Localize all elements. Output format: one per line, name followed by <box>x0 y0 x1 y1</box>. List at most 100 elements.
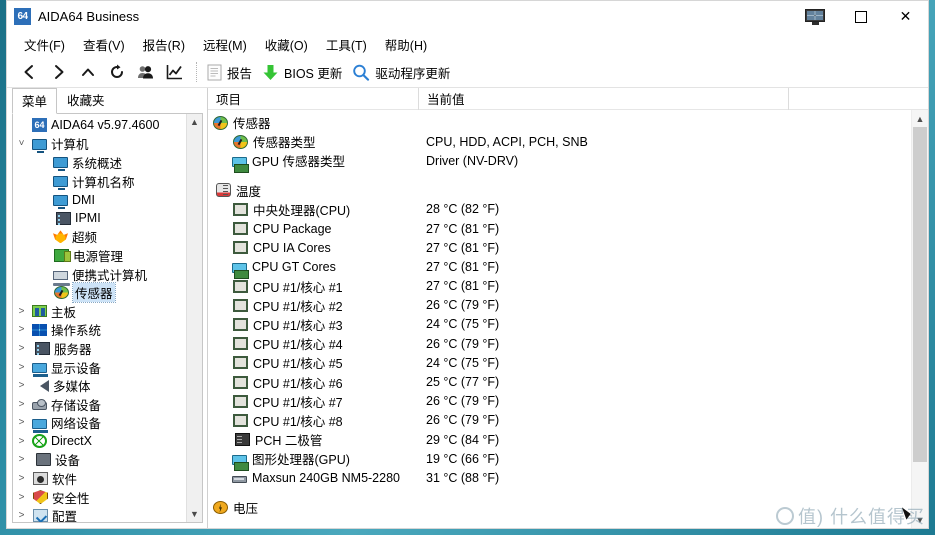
row-value: 26 °C (79 °F) <box>426 336 500 351</box>
tree-toggle-icon[interactable]: ˃ <box>15 473 28 484</box>
row-value: 26 °C (79 °F) <box>426 413 500 428</box>
menu-view[interactable]: 查看(V) <box>74 32 134 57</box>
sidebar-item-7[interactable]: 便携式计算机 <box>15 265 186 286</box>
up-button[interactable] <box>73 59 102 85</box>
driver-update-button[interactable]: 驱动程序更新 <box>349 59 457 85</box>
sidebar-item-1[interactable]: 系统概述 <box>15 153 186 172</box>
menu-report[interactable]: 报告(R) <box>134 32 194 57</box>
table-row[interactable]: CPU #1/核心 #8 26 °C (79 °F) <box>208 411 911 430</box>
tree-toggle-icon[interactable]: ˃ <box>15 454 28 465</box>
table-row[interactable]: CPU #1/核心 #4 26 °C (79 °F) <box>208 334 911 353</box>
tree-toggle-icon[interactable]: ˃ <box>15 510 28 521</box>
maximize-button[interactable] <box>838 1 883 32</box>
sidebar-item-16[interactable]: ˃ DirectX <box>15 432 186 451</box>
table-row[interactable]: CPU IA Cores 27 °C (81 °F) <box>208 238 911 257</box>
sidebar-item-9[interactable]: ˃ 主板 <box>15 302 186 321</box>
table-row[interactable]: CPU Package 27 °C (81 °F) <box>208 219 911 238</box>
menu-favorites[interactable]: 收藏(O) <box>256 32 317 57</box>
chip-icon <box>233 222 248 236</box>
sidebar-item-label: DirectX <box>51 434 92 449</box>
content-scrollbar[interactable]: ▲ ▼ <box>911 110 928 528</box>
section-header[interactable]: 电压 <box>208 498 911 517</box>
sidebar-item-8[interactable]: 传感器 <box>15 282 186 304</box>
sidebar-scroll-down-icon[interactable]: ▼ <box>190 506 199 522</box>
tree-toggle-icon[interactable]: ˃ <box>15 417 28 428</box>
restore-window-button[interactable] <box>793 1 838 32</box>
sidebar-item-3[interactable]: DMI <box>15 190 186 209</box>
tree-toggle-icon[interactable]: ˃ <box>15 343 28 354</box>
bios-update-button[interactable]: BIOS 更新 <box>259 59 349 85</box>
table-row[interactable]: 中央处理器(CPU) 28 °C (82 °F) <box>208 200 911 219</box>
table-row[interactable]: PCH 二极管 29 °C (84 °F) <box>208 430 911 449</box>
power-icon <box>54 248 71 262</box>
menu-help[interactable]: 帮助(H) <box>376 32 436 57</box>
forward-button[interactable] <box>44 59 73 85</box>
sidebar-scrollbar[interactable]: ▲ ▼ <box>186 114 202 522</box>
scroll-up-icon[interactable]: ▲ <box>912 110 929 127</box>
column-header-blank[interactable] <box>788 87 928 110</box>
tree-toggle-icon[interactable]: ˃ <box>15 380 28 391</box>
sensor-icon <box>213 115 228 130</box>
sidebar-item-17[interactable]: ˃ 设备 <box>15 451 186 470</box>
sidebar-item-2[interactable]: 计算机名称 <box>15 172 186 191</box>
report-button[interactable]: 报告 <box>204 59 259 85</box>
sidebar-item-6[interactable]: 电源管理 <box>15 246 186 265</box>
table-row[interactable]: GPU 传感器类型 Driver (NV-DRV) <box>208 151 911 173</box>
sidebar-item-12[interactable]: ˃ 显示设备 <box>15 358 186 378</box>
sidebar-item-4[interactable]: IPMI <box>15 209 186 228</box>
row-label: CPU #1/核心 #2 <box>253 299 343 314</box>
sidebar-item-19[interactable]: ˃ 安全性 <box>15 488 186 507</box>
table-row[interactable]: CPU GT Cores 27 °C (81 °F) <box>208 257 911 279</box>
users-button[interactable] <box>131 59 160 85</box>
menu-file[interactable]: 文件(F) <box>15 32 74 57</box>
menu-tools[interactable]: 工具(T) <box>317 32 376 57</box>
scrollbar-track[interactable] <box>912 127 928 511</box>
section-header[interactable]: 传感器 <box>208 113 911 132</box>
sidebar-item-14[interactable]: ˃ 存储设备 <box>15 395 186 414</box>
column-header-value[interactable]: 当前值 <box>418 87 788 110</box>
tree-toggle-icon[interactable]: ˅ <box>15 138 28 149</box>
sidebar-item-10[interactable]: ˃ 操作系统 <box>15 321 186 340</box>
refresh-button[interactable] <box>102 59 131 85</box>
scrollbar-thumb[interactable] <box>913 127 927 462</box>
tree-root[interactable]: 64 AIDA64 v5.97.4600 <box>15 116 186 135</box>
section-header[interactable]: 温度 <box>208 181 911 200</box>
close-button[interactable]: ✕ <box>883 1 928 32</box>
chart-button[interactable] <box>160 59 189 85</box>
monitor-icon <box>53 176 68 191</box>
sidebar-item-13[interactable]: ˃ 多媒体 <box>15 376 186 395</box>
back-button[interactable] <box>15 59 44 85</box>
sidebar-item-label: DMI <box>72 192 95 207</box>
sidebar-item-11[interactable]: ˃ 服务器 <box>15 339 186 358</box>
table-row[interactable]: CPU #1/核心 #7 26 °C (79 °F) <box>208 392 911 411</box>
column-header: 项目 当前值 <box>208 87 928 110</box>
tree-toggle-icon[interactable]: ˃ <box>15 324 28 335</box>
row-label: GPU 传感器类型 <box>252 155 346 170</box>
table-row[interactable]: CPU #1/核心 #2 26 °C (79 °F) <box>208 296 911 315</box>
table-row[interactable]: CPU #1/核心 #6 25 °C (77 °F) <box>208 372 911 391</box>
tree-toggle-icon[interactable]: ˃ <box>15 306 28 317</box>
sidebar-tab-0[interactable]: 菜单 <box>12 88 58 114</box>
tree-toggle-icon[interactable]: ˃ <box>15 362 28 373</box>
monitor-icon <box>53 157 68 172</box>
column-header-item[interactable]: 项目 <box>208 88 418 110</box>
sidebar-item-0[interactable]: ˅ 计算机 <box>15 135 186 154</box>
table-row[interactable]: CPU #1/核心 #5 24 °C (75 °F) <box>208 353 911 372</box>
sidebar-tab-1[interactable]: 收藏夹 <box>57 87 115 113</box>
menu-remote[interactable]: 远程(M) <box>194 32 256 57</box>
sidebar-item-18[interactable]: ˃ 软件 <box>15 469 186 488</box>
table-row[interactable]: 图形处理器(GPU) 19 °C (66 °F) <box>208 449 911 471</box>
sidebar-item-15[interactable]: ˃ 网络设备 <box>15 414 186 433</box>
table-row[interactable]: CPU #1/核心 #3 24 °C (75 °F) <box>208 315 911 334</box>
table-row[interactable]: Maxsun 240GB NM5-2280 31 °C (88 °F) <box>208 468 911 487</box>
sidebar-scroll-up-icon[interactable]: ▲ <box>190 114 199 130</box>
tree-toggle-icon[interactable]: ˃ <box>15 436 28 447</box>
tree-toggle-icon[interactable]: ˃ <box>15 492 28 503</box>
sidebar-item-20[interactable]: ˃ 配置 <box>15 506 186 522</box>
table-row[interactable]: 传感器类型 CPU, HDD, ACPI, PCH, SNB <box>208 132 911 151</box>
scroll-down-icon[interactable]: ▼ <box>912 511 929 528</box>
sidebar-item-5[interactable]: 超频 <box>15 228 186 247</box>
chip-icon <box>233 413 248 427</box>
table-row[interactable]: CPU #1/核心 #1 27 °C (81 °F) <box>208 277 911 296</box>
tree-toggle-icon[interactable]: ˃ <box>15 399 28 410</box>
